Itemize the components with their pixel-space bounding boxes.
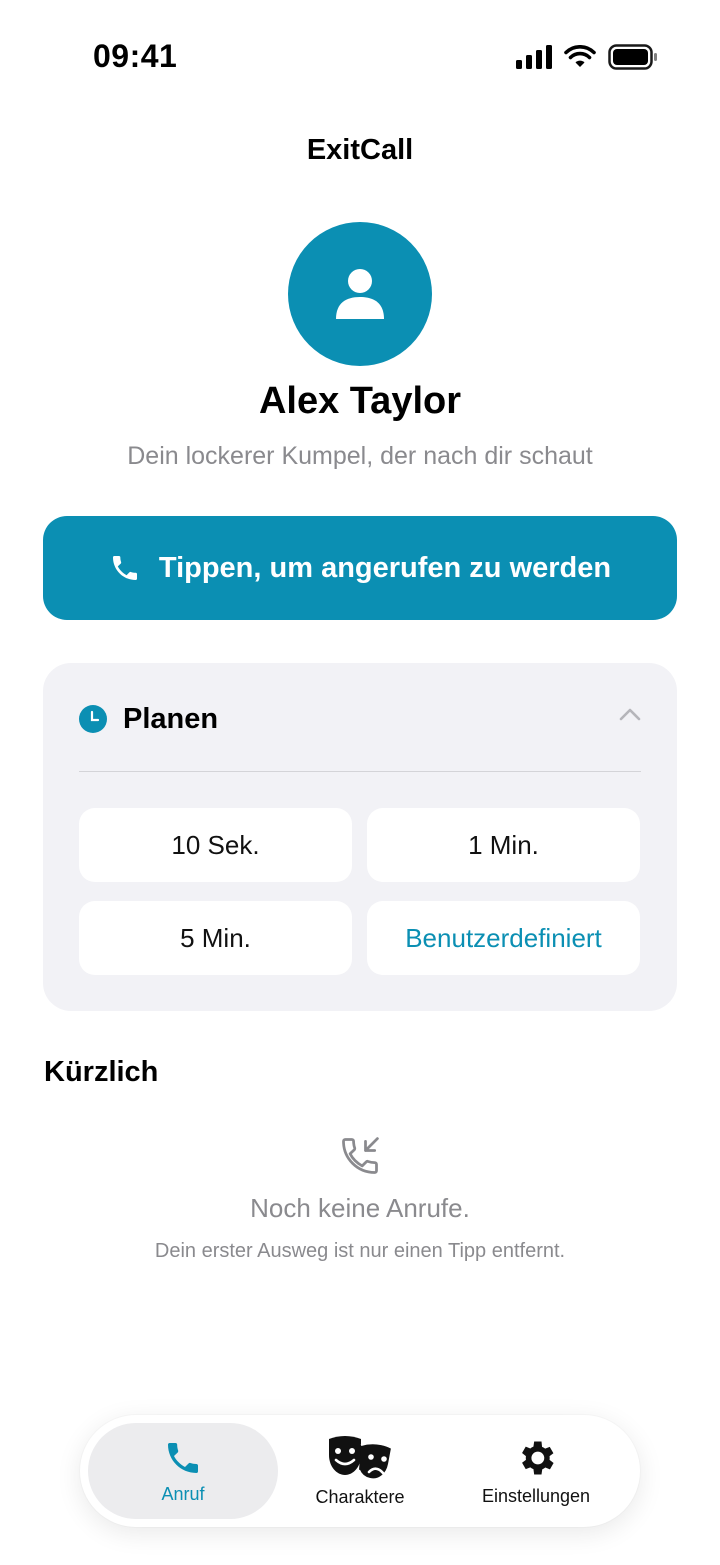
preset-1-min-button[interactable]: 1 Min.	[367, 808, 640, 882]
status-time: 09:41	[93, 38, 178, 74]
wifi-icon	[564, 45, 596, 67]
recent-section-title: Kürzlich	[44, 1056, 159, 1088]
tab-bar: Anruf Charaktere Einstellungen	[80, 1415, 640, 1527]
person-icon	[336, 269, 384, 319]
empty-state-title: Noch keine Anrufe.	[250, 1193, 470, 1223]
tab-einstellungen-label: Einstellungen	[481, 1485, 591, 1506]
theater-masks-icon	[329, 1435, 394, 1480]
contact-name: Alex Taylor	[258, 380, 462, 422]
schedule-header[interactable]: Planen	[79, 699, 641, 739]
tab-einstellungen[interactable]: Einstellungen	[452, 1423, 620, 1519]
incoming-call-icon	[342, 1137, 379, 1174]
gear-icon	[522, 1441, 554, 1474]
contact-subtitle: Dein lockerer Kumpel, der nach dir schau…	[127, 442, 593, 470]
get-called-label: Tippen, um angerufen zu werden	[158, 551, 612, 584]
schedule-card: Planen 10 Sek. 1 Min. 5 Min. Benutzerdef…	[43, 663, 677, 1011]
app-title: ExitCall	[306, 134, 414, 166]
contact-avatar	[288, 222, 432, 366]
battery-icon	[608, 44, 657, 70]
preset-10-sec-button[interactable]: 10 Sek.	[79, 808, 352, 882]
preset-5-min-button[interactable]: 5 Min.	[79, 901, 352, 975]
status-icons	[516, 44, 658, 70]
preset-custom-button[interactable]: Benutzerdefiniert	[367, 901, 640, 975]
chevron-up-icon[interactable]	[619, 707, 641, 721]
empty-state-subtitle: Dein erster Ausweg ist nur einen Tipp en…	[154, 1240, 566, 1262]
tab-anruf[interactable]: Anruf	[88, 1423, 278, 1519]
get-called-button[interactable]: Tippen, um angerufen zu werden	[43, 516, 677, 620]
tab-charaktere[interactable]: Charaktere	[276, 1423, 444, 1519]
clock-icon	[79, 705, 107, 733]
schedule-divider	[79, 771, 641, 772]
signal-icon	[516, 45, 552, 69]
tab-charaktere-label: Charaktere	[315, 1486, 405, 1507]
tab-anruf-label: Anruf	[161, 1483, 205, 1504]
phone-icon	[168, 1442, 198, 1473]
schedule-title: Planen	[123, 702, 219, 735]
phone-icon	[112, 556, 137, 580]
app-screen: 09:41 ExitCall Alex Taylor Dein lockerer…	[0, 0, 720, 1565]
